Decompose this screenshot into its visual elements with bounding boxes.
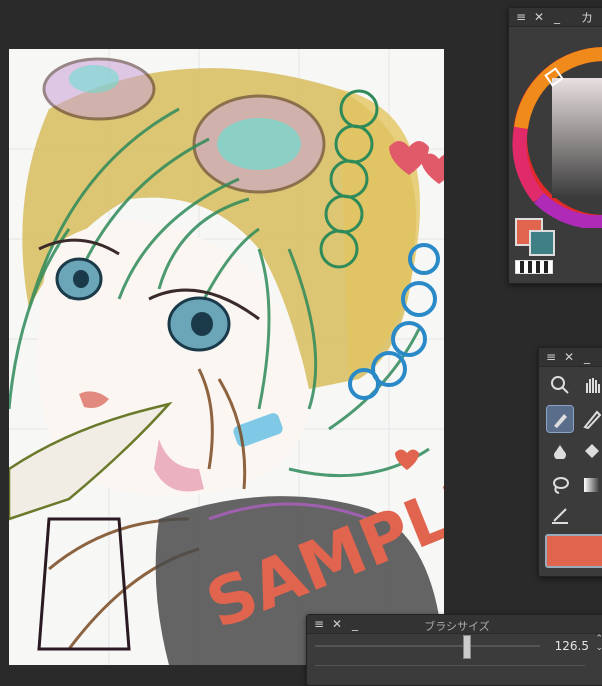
- brush-size-header: ≡ ✕ _ ブラシサイズ: [307, 615, 602, 634]
- stepper-arrows[interactable]: ⌃ ⌄: [595, 635, 602, 653]
- drawing-canvas[interactable]: SAMPLE: [9, 49, 444, 665]
- close-icon[interactable]: ✕: [563, 350, 575, 364]
- illustration: SAMPLE: [9, 49, 444, 665]
- brush-icon[interactable]: [547, 438, 573, 464]
- lasso-icon[interactable]: [547, 472, 573, 498]
- brush-size-slider[interactable]: [315, 635, 540, 659]
- sub-color-swatch[interactable]: [529, 230, 555, 256]
- tool-panel-header: ≡ ✕ _: [539, 348, 602, 367]
- menu-icon[interactable]: ≡: [313, 617, 325, 631]
- line-icon[interactable]: [547, 502, 573, 528]
- zoom-icon[interactable]: [547, 372, 573, 398]
- color-panel-header: ≡ ✕ _ カ: [509, 8, 602, 27]
- menu-icon[interactable]: ≡: [545, 350, 557, 364]
- hand-icon[interactable]: [579, 372, 602, 398]
- pencil-icon[interactable]: [579, 406, 602, 432]
- gradient-icon[interactable]: [579, 472, 602, 498]
- brush-size-value[interactable]: 126.5: [555, 639, 589, 653]
- color-wheel[interactable]: [509, 28, 602, 228]
- close-icon[interactable]: ✕: [533, 10, 545, 24]
- saturation-value-square: [552, 78, 602, 198]
- heart-2: [421, 153, 444, 184]
- slider-handle[interactable]: [463, 635, 471, 659]
- tool-panel: ≡ ✕ _: [538, 347, 602, 577]
- current-color-button[interactable]: [545, 534, 602, 568]
- color-panel-title: カ: [581, 10, 594, 25]
- pen-icon[interactable]: [546, 405, 574, 433]
- minimize-icon[interactable]: _: [349, 617, 361, 631]
- close-icon[interactable]: ✕: [331, 617, 343, 631]
- color-circle-panel: ≡ ✕ _ カ: [508, 7, 602, 284]
- transparent-color-swatch[interactable]: [515, 260, 553, 274]
- brush-size-panel: ≡ ✕ _ ブラシサイズ 126.5 ⌃ ⌄: [306, 614, 602, 686]
- menu-icon[interactable]: ≡: [515, 10, 527, 24]
- minimize-icon[interactable]: _: [551, 10, 563, 24]
- minimize-icon[interactable]: _: [581, 350, 593, 364]
- fill-icon[interactable]: [579, 438, 602, 464]
